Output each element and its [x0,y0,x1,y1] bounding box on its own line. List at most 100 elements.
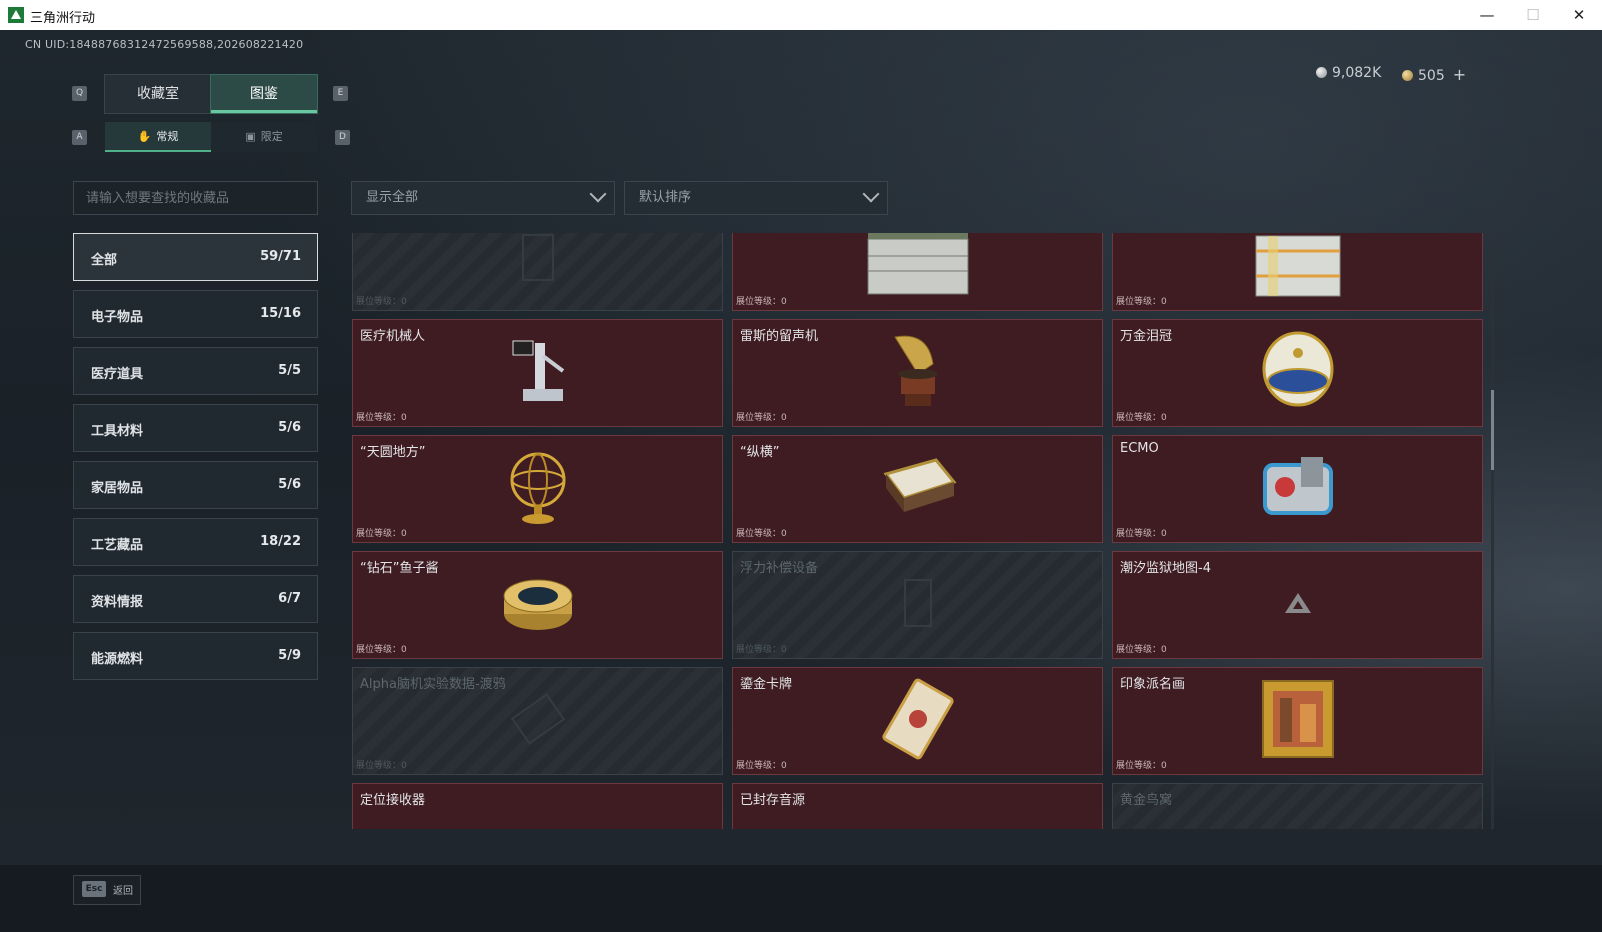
item-name: 黄金鸟窝 [1120,793,1173,808]
category-label: 工具材料 [91,424,144,439]
item-name: 已封存音源 [740,793,806,808]
collection-card[interactable]: 浮力补偿设备 展位等级：0 [732,551,1103,659]
back-label: 返回 [113,886,133,897]
uid-text: CN UID:18488768312472569588,202608221420 [25,38,304,51]
collection-card[interactable]: “纵横” 展位等级：0 [732,435,1103,543]
gold-coin-icon [1402,70,1413,81]
gold-currency: 505 + [1402,65,1466,84]
category-medical[interactable]: 医疗道具 5/5 [73,347,318,395]
item-name: 印象派名画 [1120,677,1186,692]
sort-dropdown[interactable]: 默认排序 [624,181,888,215]
category-all[interactable]: 全部 59/71 [73,233,318,281]
silver-currency: 9,082K [1316,65,1381,81]
item-name: 医疗机械人 [360,329,426,344]
category-tools[interactable]: 工具材料 5/6 [73,404,318,452]
collection-card[interactable]: “钻石”鱼子酱 展位等级：0 [352,551,723,659]
booth-level: 展位等级：0 [736,761,787,771]
close-button[interactable]: ✕ [1556,0,1602,30]
booth-level: 展位等级：0 [1116,413,1167,423]
booth-level: 展位等级：0 [356,297,407,307]
category-intel[interactable]: 资料情报 6/7 [73,575,318,623]
item-name: “天圆地方” [360,445,426,460]
booth-level: 展位等级：0 [356,761,407,771]
item-name: 潮汐监狱地图-4 [1120,561,1211,576]
search-input[interactable] [73,181,318,215]
category-count: 59/71 [260,249,301,264]
battery-pack-icon [1248,233,1348,305]
category-crafts[interactable]: 工艺藏品 18/22 [73,518,318,566]
collection-card[interactable]: 医疗机械人 展位等级：0 [352,319,723,427]
sort-value: 默认排序 [639,190,692,205]
collection-card[interactable]: 展位等级：0 [732,233,1103,311]
item-name: “纵横” [740,445,780,460]
tab-limited-label: 限定 [260,130,283,143]
category-count: 5/6 [278,420,301,435]
display-filter-dropdown[interactable]: 显示全部 [351,181,615,215]
key-hint-e: E [333,86,348,101]
booth-level: 展位等级：0 [736,645,787,655]
item-name: “钻石”鱼子酱 [360,561,439,576]
tab-collection-room[interactable]: 收藏室 [104,74,212,114]
window-title: 三角洲行动 [30,11,96,26]
category-label: 工艺藏品 [91,538,144,553]
caviar-tin-icon [498,566,578,644]
booth-level: 展位等级：0 [356,413,407,423]
jeweled-egg-icon [1258,329,1338,417]
add-currency-button[interactable]: + [1453,65,1466,84]
tab-limited[interactable]: ▣ 限定 [211,122,317,152]
category-household[interactable]: 家居物品 5/6 [73,461,318,509]
category-energy[interactable]: 能源燃料 5/9 [73,632,318,680]
collection-card[interactable]: 展位等级：0 [1112,233,1483,311]
collection-card[interactable]: 展位等级：0 [352,233,723,311]
silver-coin-icon [1316,67,1327,78]
minimize-button[interactable]: — [1464,0,1510,30]
item-name: 定位接收器 [360,793,426,808]
collection-card[interactable]: Alpha脑机实验数据-渡鸦 展位等级：0 [352,667,723,775]
booth-level: 展位等级：0 [1116,297,1167,307]
collection-grid: 展位等级：0 展位等级：0 展位等级：0 医疗机械人 展位等级：0 雷斯的留声机… [352,233,1486,829]
collection-card[interactable]: 印象派名画 展位等级：0 [1112,667,1483,775]
item-name: Alpha脑机实验数据-渡鸦 [360,677,506,692]
gilded-card-icon [875,677,961,765]
collection-card[interactable]: 黄金鸟窝 [1112,783,1483,829]
collection-card[interactable]: 万金泪冠 展位等级：0 [1112,319,1483,427]
grid-scrollbar-thumb[interactable] [1491,390,1494,470]
booth-level: 展位等级：0 [356,529,407,539]
tab-catalog[interactable]: 图鉴 [210,74,318,114]
category-count: 5/5 [278,363,301,378]
collection-card[interactable]: 雷斯的留声机 展位等级：0 [732,319,1103,427]
gramophone-icon [883,329,953,417]
grid-scrollbar[interactable] [1491,233,1494,829]
chevron-down-icon [589,185,607,203]
category-count: 6/7 [278,591,301,606]
collection-card[interactable]: “天圆地方” 展位等级：0 [352,435,723,543]
category-label: 家居物品 [91,481,144,496]
hand-icon: ✋ [137,130,152,143]
app-logo-icon [8,7,24,23]
booth-level: 展位等级：0 [1116,529,1167,539]
tab-regular[interactable]: ✋ 常规 [105,122,211,152]
silver-amount: 9,082K [1332,65,1382,81]
delta-logo-icon [1283,591,1313,619]
category-count: 5/6 [278,477,301,492]
server-box-icon [863,233,973,305]
booth-level: 展位等级：0 [736,529,787,539]
maximize-button[interactable]: ☐ [1510,0,1556,30]
collection-card[interactable]: 鎏金卡牌 展位等级：0 [732,667,1103,775]
gold-amount: 505 [1418,68,1445,84]
game-area: CN UID:18488768312472569588,202608221420… [0,30,1602,932]
collection-card[interactable]: 定位接收器 [352,783,723,829]
category-label: 全部 [91,253,118,268]
booth-level: 展位等级：0 [1116,761,1167,771]
collection-card[interactable]: 已封存音源 [732,783,1103,829]
item-name: 雷斯的留声机 [740,329,819,344]
category-label: 资料情报 [91,595,144,610]
item-name: ECMO [1120,441,1159,456]
category-electronics[interactable]: 电子物品 15/16 [73,290,318,338]
data-drive-icon [503,684,573,758]
window-titlebar: 三角洲行动 — ☐ ✕ [0,0,1602,31]
display-filter-value: 显示全部 [366,190,419,205]
back-button[interactable]: Esc 返回 [73,875,141,905]
collection-card[interactable]: ECMO 展位等级：0 [1112,435,1483,543]
collection-card[interactable]: 潮汐监狱地图-4 展位等级：0 [1112,551,1483,659]
